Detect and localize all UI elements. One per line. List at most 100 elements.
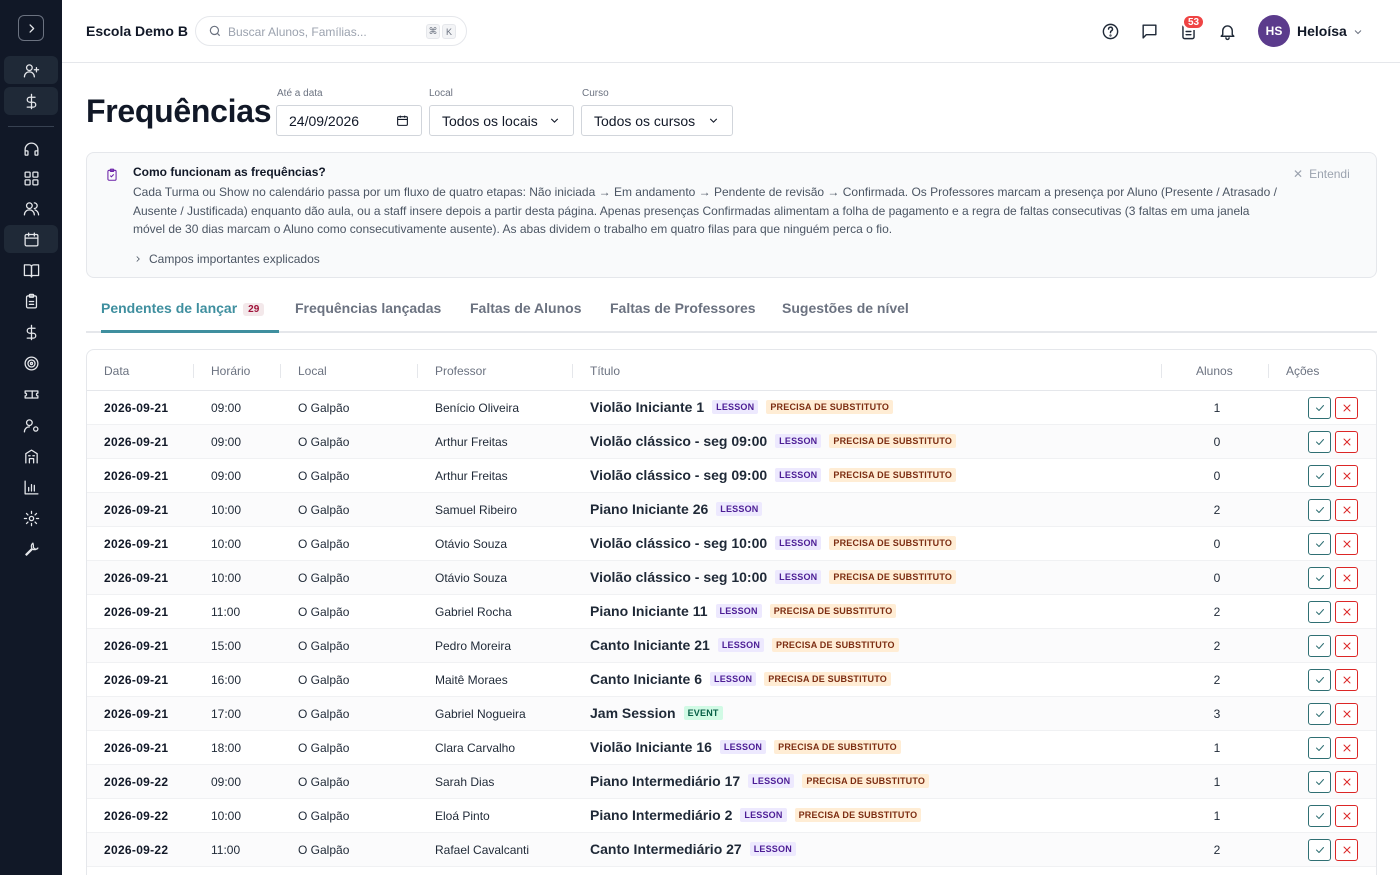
sidebar-item-locations[interactable] [4, 442, 58, 470]
sidebar-item-reports[interactable] [4, 473, 58, 501]
sidebar-item-attendance[interactable] [4, 287, 58, 315]
row-title[interactable]: Violão clássico - seg 10:00 LESSON PRECISA… [590, 535, 957, 551]
reject-button[interactable] [1335, 805, 1358, 827]
row-title[interactable]: Piano Intermediário 2 LESSON PRECISA DE SU… [590, 807, 922, 823]
table-row[interactable]: 2026-09-22 11:00 O Galpão Rafael Cavalcanti… [87, 833, 1376, 867]
reject-button[interactable] [1335, 669, 1358, 691]
reject-button[interactable] [1335, 397, 1358, 419]
col-separator [280, 364, 281, 378]
reject-button[interactable] [1335, 431, 1358, 453]
sidebar-item-calendar[interactable] [4, 225, 58, 253]
table-row[interactable]: 2026-09-21 10:00 O Galpão Otávio Souza Violã… [87, 561, 1376, 595]
col-header-date[interactable]: Data [104, 364, 129, 378]
sidebar-item-support[interactable] [4, 135, 58, 163]
confirm-button[interactable] [1308, 669, 1331, 691]
location-filter-select[interactable]: Todos os locais [429, 105, 574, 136]
sidebar-toggle-button[interactable] [18, 15, 44, 41]
help-button[interactable] [1099, 20, 1121, 42]
table-row[interactable]: 2026-09-21 11:00 O Galpão Gabriel Rocha Pian… [87, 595, 1376, 629]
sidebar-item-tools[interactable] [4, 535, 58, 563]
reject-button[interactable] [1335, 567, 1358, 589]
table-row[interactable]: 2026-09-22 09:00 O Galpão Sarah Dias Piano I… [87, 765, 1376, 799]
reject-button[interactable] [1335, 703, 1358, 725]
reject-button[interactable] [1335, 499, 1358, 521]
col-header-teacher[interactable]: Professor [435, 364, 486, 378]
table-row[interactable]: 2026-09-21 15:00 O Galpão Pedro Moreira Cant… [87, 629, 1376, 663]
sidebar-item-finance[interactable] [4, 87, 58, 115]
row-title[interactable]: Jam Session EVENT [590, 705, 723, 721]
search-box[interactable]: ⌘ K [195, 16, 467, 46]
row-title[interactable]: Piano Iniciante 26 LESSON [590, 501, 763, 517]
row-title[interactable]: Violão Iniciante 16 LESSON PRECISA DE SUBS… [590, 739, 901, 755]
row-title[interactable]: Piano Intermediário 17 LESSON PRECISA DE S… [590, 773, 930, 789]
row-title[interactable]: Violão Iniciante 1 LESSON PRECISA DE SUBST… [590, 399, 894, 415]
confirm-button[interactable] [1308, 839, 1331, 861]
row-title[interactable]: Canto Iniciante 6 LESSON PRECISA DE SUBSTI… [590, 671, 891, 687]
info-expand-toggle[interactable]: Campos importantes explicados [133, 252, 320, 266]
reject-button[interactable] [1335, 635, 1358, 657]
table-row[interactable]: 2026-09-21 17:00 O Galpão Gabriel Nogueira J… [87, 697, 1376, 731]
course-filter-select[interactable]: Todos os cursos [581, 105, 733, 136]
table-row[interactable]: 2026-09-21 10:00 O Galpão Otávio Souza Violã… [87, 527, 1376, 561]
reject-button[interactable] [1335, 533, 1358, 555]
confirm-button[interactable] [1308, 533, 1331, 555]
reject-button[interactable] [1335, 465, 1358, 487]
col-header-time[interactable]: Horário [211, 364, 250, 378]
tab-student-absences[interactable]: Faltas de Alunos [470, 300, 582, 333]
tab-recorded[interactable]: Frequências lançadas [295, 300, 441, 333]
tab-level-suggestions[interactable]: Sugestões de nível [782, 300, 909, 333]
table-row[interactable]: 2026-09-22 10:00 O Galpão Eloá Pinto Piano I… [87, 799, 1376, 833]
row-title[interactable]: Canto Iniciante 21 LESSON PRECISA DE SUBST… [590, 637, 899, 653]
confirm-button[interactable] [1308, 737, 1331, 759]
calendar-icon[interactable] [396, 114, 409, 127]
col-header-students[interactable]: Alunos [1196, 364, 1233, 378]
date-filter-input[interactable]: 24/09/2026 [276, 105, 422, 136]
reject-button[interactable] [1335, 737, 1358, 759]
tab-pending[interactable]: Pendentes de lançar 29 [101, 300, 279, 333]
sidebar-item-staff[interactable] [4, 411, 58, 439]
col-header-location[interactable]: Local [298, 364, 327, 378]
messages-button[interactable] [1138, 20, 1160, 42]
confirm-button[interactable] [1308, 397, 1331, 419]
confirm-button[interactable] [1308, 601, 1331, 623]
confirm-button[interactable] [1308, 771, 1331, 793]
table-row[interactable]: 2026-09-21 18:00 O Galpão Clara Carvalho Vio… [87, 731, 1376, 765]
table-row[interactable]: 2026-09-21 09:00 O Galpão Benício Oliveira V… [87, 391, 1376, 425]
confirm-button[interactable] [1308, 805, 1331, 827]
confirm-button[interactable] [1308, 635, 1331, 657]
confirm-button[interactable] [1308, 499, 1331, 521]
notifications-button[interactable] [1216, 20, 1238, 42]
tab-teacher-absences[interactable]: Faltas de Professores [610, 300, 756, 333]
sidebar-item-settings[interactable] [4, 504, 58, 532]
row-title[interactable]: Piano Iniciante 11 LESSON PRECISA DE SUBST… [590, 603, 897, 619]
table-row[interactable]: 2026-09-21 16:00 O Galpão Maitê Moraes Canto… [87, 663, 1376, 697]
confirm-button[interactable] [1308, 567, 1331, 589]
search-input[interactable] [228, 23, 418, 41]
sidebar-item-payments[interactable] [4, 318, 58, 346]
reject-button[interactable] [1335, 839, 1358, 861]
col-header-title[interactable]: Título [590, 364, 620, 378]
sidebar-item-events[interactable] [4, 380, 58, 408]
sidebar-item-goals[interactable] [4, 349, 58, 377]
confirm-button[interactable] [1308, 465, 1331, 487]
user-avatar[interactable]: HS [1258, 15, 1290, 47]
sidebar-item-courses[interactable] [4, 256, 58, 284]
user-name[interactable]: Heloísa [1297, 23, 1347, 39]
info-dismiss-button[interactable]: ✕ Entendi [1293, 167, 1350, 181]
confirm-button[interactable] [1308, 431, 1331, 453]
sidebar-item-students[interactable] [4, 194, 58, 222]
sidebar-item-add-user[interactable] [4, 56, 58, 84]
chevron-down-icon[interactable] [1352, 25, 1364, 43]
users-icon [23, 201, 39, 216]
row-title[interactable]: Violão clássico - seg 09:00 LESSON PRECISA… [590, 467, 957, 483]
sidebar-item-dashboard[interactable] [4, 164, 58, 192]
table-row[interactable]: 2026-09-21 09:00 O Galpão Arthur Freitas Vio… [87, 425, 1376, 459]
reject-button[interactable] [1335, 771, 1358, 793]
row-title[interactable]: Violão clássico - seg 09:00 LESSON PRECISA… [590, 433, 957, 449]
confirm-button[interactable] [1308, 703, 1331, 725]
table-row[interactable]: 2026-09-21 09:00 O Galpão Arthur Freitas Vio… [87, 459, 1376, 493]
row-title[interactable]: Canto Intermediário 27 LESSON [590, 841, 796, 857]
reject-button[interactable] [1335, 601, 1358, 623]
row-title[interactable]: Violão clássico - seg 10:00 LESSON PRECISA… [590, 569, 957, 585]
table-row[interactable]: 2026-09-21 10:00 O Galpão Samuel Ribeiro Pia… [87, 493, 1376, 527]
